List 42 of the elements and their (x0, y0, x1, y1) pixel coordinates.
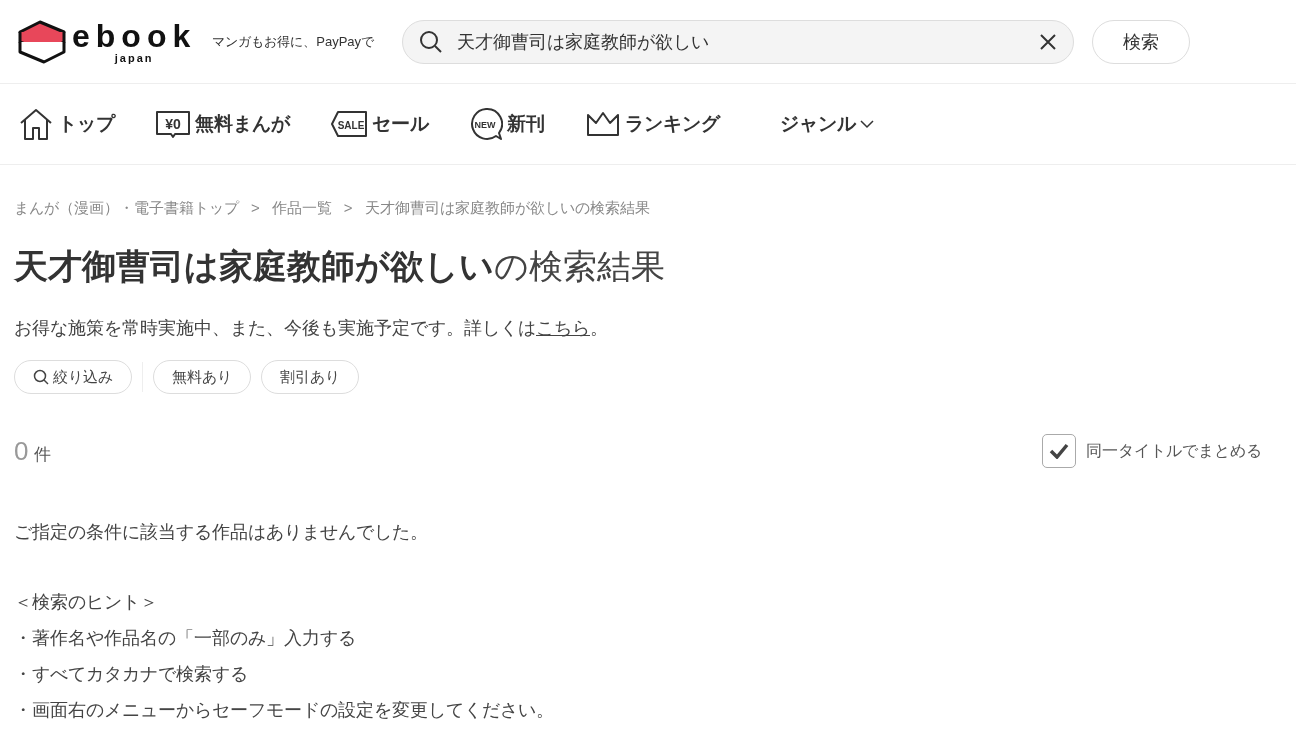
nav-link[interactable]: ランキング (585, 110, 720, 138)
notice-link[interactable]: こちら (536, 318, 590, 338)
breadcrumb-separator: > (343, 199, 353, 218)
breadcrumb-link[interactable]: まんが（漫画）・電子書籍トップ (14, 199, 239, 218)
breadcrumb-separator: > (251, 199, 260, 218)
nav-link[interactable]: ¥0 無料まんが (155, 109, 290, 139)
chevron-down-icon (860, 119, 874, 129)
breadcrumb-link[interactable]: 天才御曹司は家庭教師が欲しいの検索結果 (364, 199, 650, 218)
nav-link[interactable]: ジャンル (780, 111, 874, 137)
nav-link[interactable]: NEW 新刊 (469, 107, 545, 141)
search-input[interactable]: 天才御曹司は家庭教師が欲しい (455, 30, 1028, 53)
checkbox-label: 同一タイトルでまとめる (1086, 440, 1262, 461)
breadcrumb-link[interactable]: 作品一覧 (271, 199, 332, 218)
logo-wordmark[interactable]: ebook (72, 19, 197, 52)
sale-tag-icon: SALE (330, 109, 368, 139)
filter-chip[interactable]: 無料あり (153, 360, 251, 394)
close-icon[interactable] (1039, 32, 1058, 51)
empty-message: ご指定の条件に該当する作品はありませんでした。 (14, 521, 429, 544)
logo-subtitle: japan (114, 51, 154, 64)
search-icon (33, 369, 49, 385)
page-heading: 天才御曹司は家庭教師が欲しいの検索結果 (14, 246, 666, 287)
notice-text: お得な施策を常時実施中、また、今後も実施予定です。詳しくはこちら。 (14, 317, 609, 340)
filter-chip[interactable]: 割引あり (261, 360, 359, 394)
search-icon (419, 29, 444, 54)
checkbox[interactable] (1042, 434, 1076, 468)
crown-icon (585, 110, 621, 138)
search-field[interactable]: 天才御曹司は家庭教師が欲しい (402, 19, 1075, 64)
count-unit: 件 (34, 443, 52, 466)
tagline: マンガもお得に、PayPayで (212, 32, 375, 51)
nav-link[interactable]: トップ (18, 107, 115, 141)
hint-text: ・著作名や作品名の「一部のみ」入力する (14, 627, 357, 650)
yen-book-icon: ¥0 (155, 109, 191, 139)
checkmark-icon (1049, 443, 1069, 459)
nav-link[interactable]: SALE セール (330, 109, 429, 139)
result-count: 0 (14, 435, 29, 467)
hint-text: ＜検索のヒント＞ (14, 591, 159, 614)
hint-text: ・画面右のメニューからセーフモードの設定を変更してください。 (14, 699, 555, 722)
hint-text: ・すべてカタカナで検索する (14, 663, 249, 686)
filter-button[interactable]: 絞り込み (14, 360, 132, 394)
new-bubble-icon: NEW (469, 107, 503, 141)
search-button[interactable]: 検索 (1092, 19, 1191, 64)
house-icon (18, 107, 54, 141)
